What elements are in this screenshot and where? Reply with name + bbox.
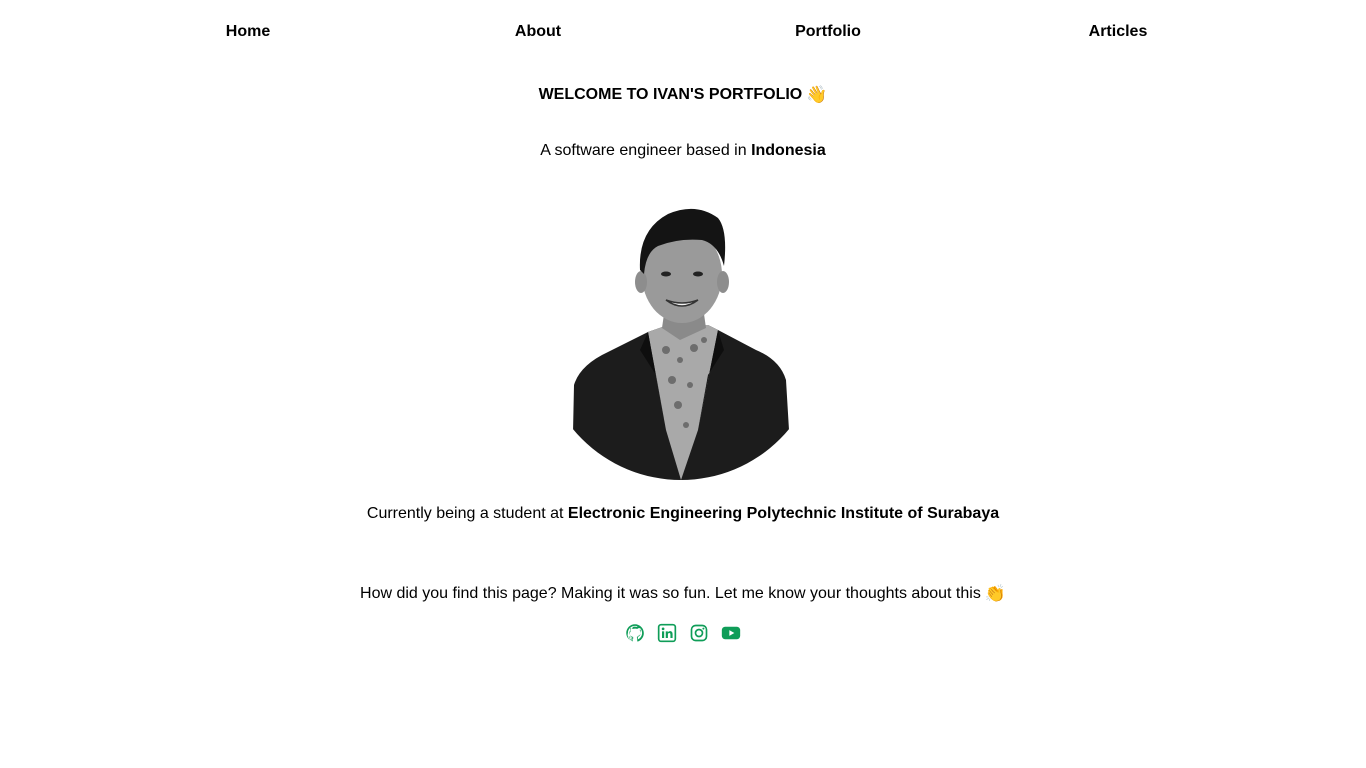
profile-photo-illustration bbox=[572, 208, 792, 480]
linkedin-icon bbox=[657, 623, 677, 643]
nav-about[interactable]: About bbox=[393, 20, 683, 44]
instagram-icon bbox=[690, 624, 708, 642]
nav-articles[interactable]: Articles bbox=[973, 20, 1263, 44]
youtube-icon bbox=[721, 626, 741, 640]
page-title: WELCOME TO IVAN'S PORTFOLIO 👋 bbox=[0, 84, 1366, 106]
github-link[interactable] bbox=[625, 623, 645, 643]
social-links bbox=[0, 623, 1366, 643]
main-nav: Home About Portfolio Articles bbox=[103, 20, 1263, 44]
education-prefix: Currently being a student at bbox=[366, 505, 568, 522]
tagline-location: Indonesia bbox=[751, 142, 826, 159]
linkedin-link[interactable] bbox=[657, 623, 677, 643]
instagram-link[interactable] bbox=[689, 623, 709, 643]
feedback-prompt: How did you find this page? Making it wa… bbox=[0, 583, 1366, 605]
waving-hand-icon: 👋 bbox=[806, 85, 828, 104]
headline-text: WELCOME TO IVAN'S PORTFOLIO bbox=[538, 86, 803, 103]
institution-name: Electronic Engineering Polytechnic Insti… bbox=[567, 505, 1000, 522]
tagline: A software engineer based in Indonesia bbox=[0, 140, 1366, 162]
clapping-hands-icon: 👏 bbox=[984, 584, 1006, 603]
github-icon bbox=[626, 624, 644, 642]
youtube-link[interactable] bbox=[721, 623, 741, 643]
education-statement: Currently being a student at Electronic … bbox=[0, 503, 1366, 525]
nav-home[interactable]: Home bbox=[103, 20, 393, 44]
feedback-text: How did you find this page? Making it wa… bbox=[360, 585, 981, 602]
tagline-prefix: A software engineer based in bbox=[540, 142, 752, 159]
profile-photo bbox=[568, 200, 794, 480]
nav-portfolio[interactable]: Portfolio bbox=[683, 20, 973, 44]
